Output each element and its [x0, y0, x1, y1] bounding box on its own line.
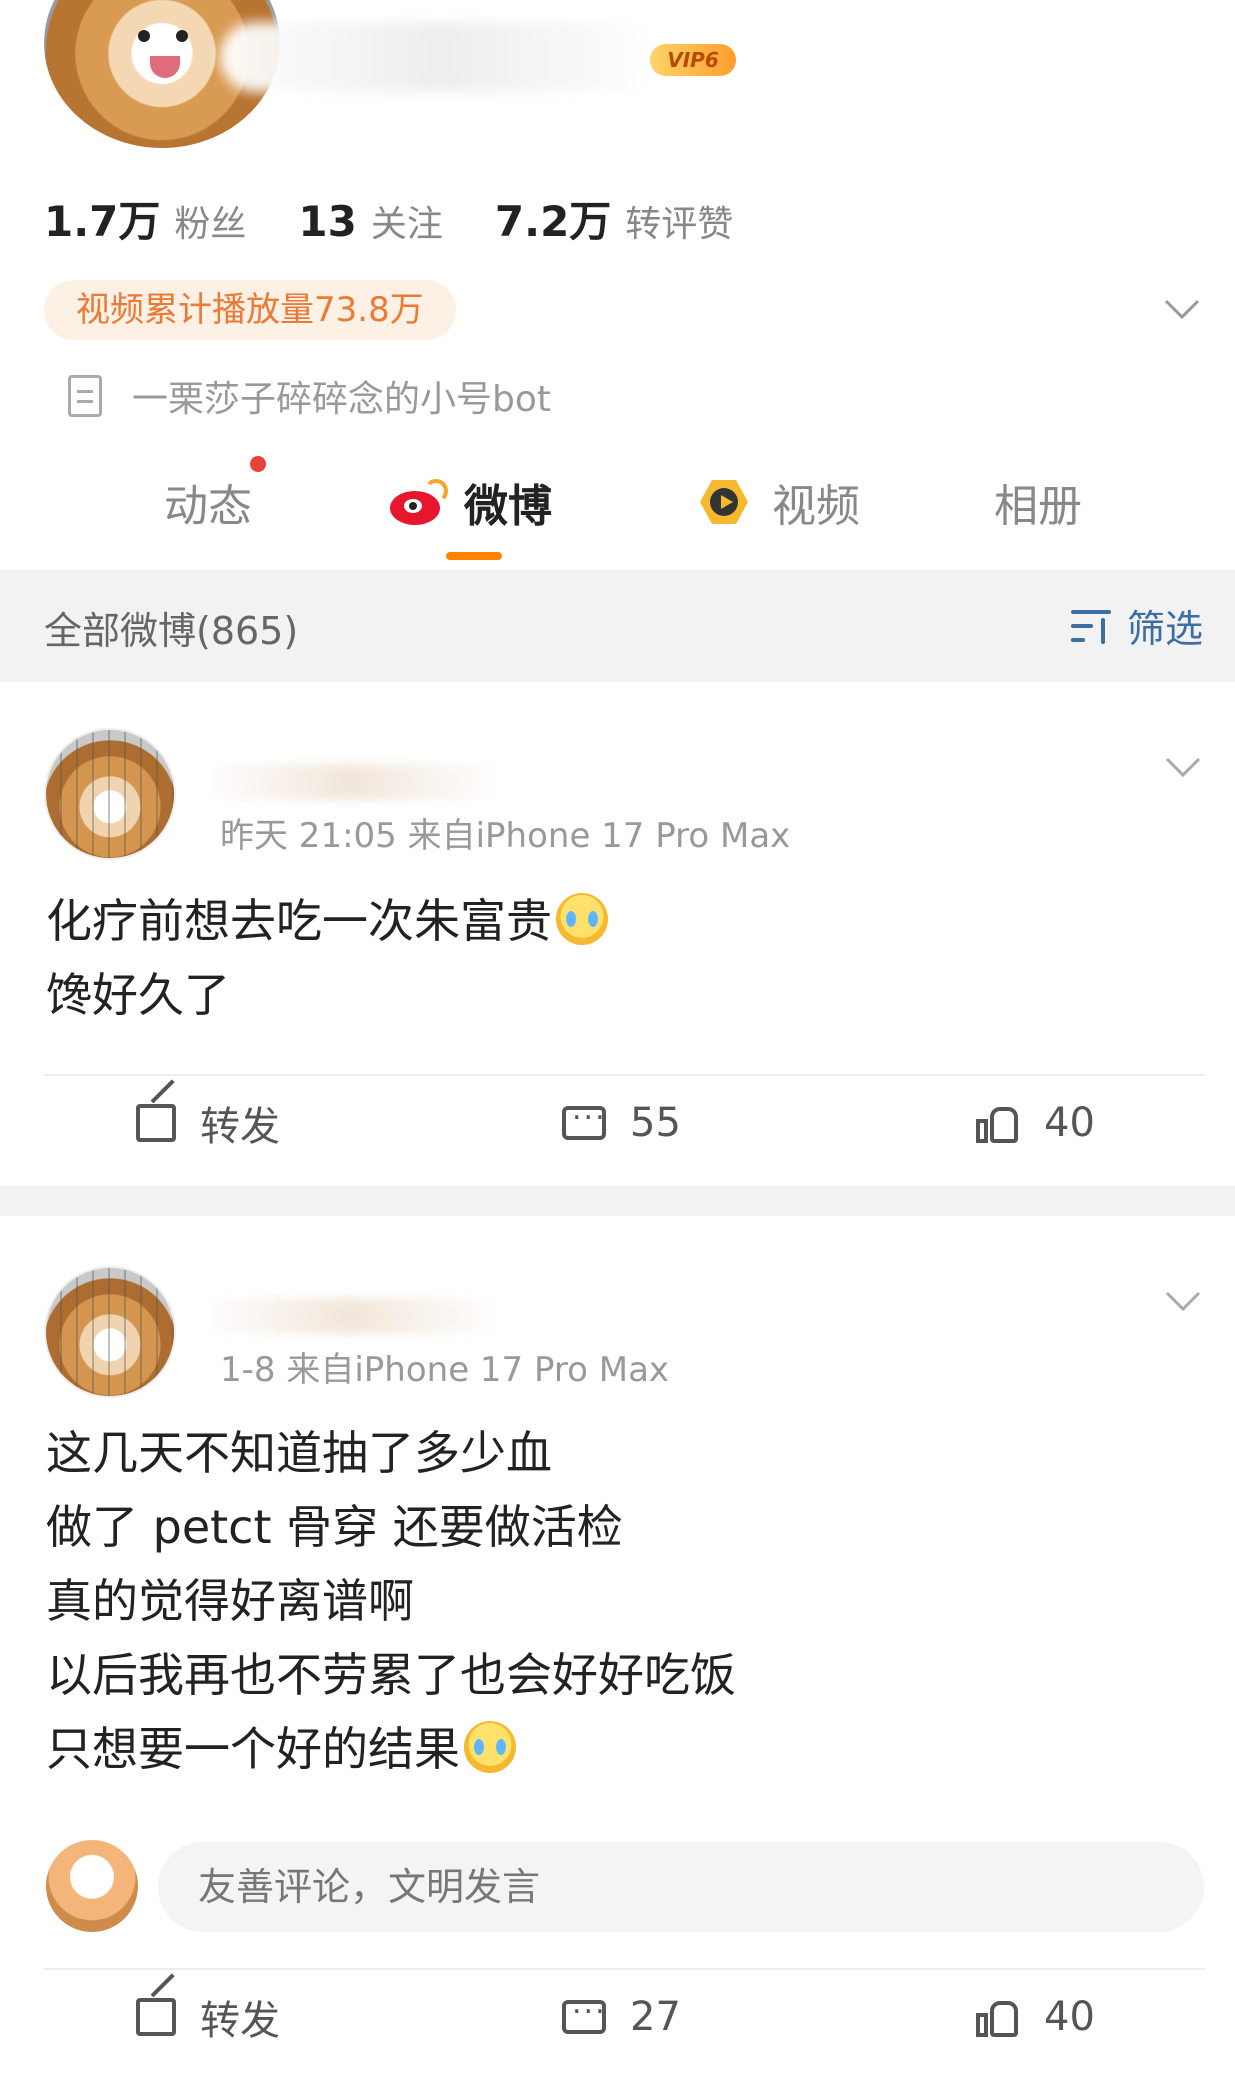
post-separator — [0, 1186, 1235, 1216]
post-line: 做了 petct 骨穿 还要做活检 — [46, 1500, 623, 1554]
tab-dynamics-label: 动态 — [164, 481, 252, 532]
reply-row: 友善评论，文明发言 — [0, 1832, 1235, 1932]
stat-fans-label: 粉丝 — [174, 204, 247, 245]
like-button[interactable]: 40 — [976, 1078, 1095, 1168]
bio-text: 一栗莎子碎碎念的小号bot — [132, 379, 551, 420]
filter-button[interactable]: 筛选 — [1070, 598, 1203, 653]
video-logo-icon — [694, 478, 754, 526]
post-avatar[interactable] — [44, 728, 176, 860]
repost-button[interactable]: 转发 — [136, 1972, 280, 2062]
post-avatar[interactable] — [44, 1266, 176, 1398]
chevron-down-icon[interactable] — [1164, 290, 1204, 330]
comment-count: 55 — [630, 1100, 681, 1146]
stat-fans-count: 1.7万 — [44, 197, 161, 246]
stat-following-label: 关注 — [370, 204, 443, 245]
stat-interactions[interactable]: 7.2万 转评赞 — [495, 188, 733, 249]
share-icon — [136, 1104, 176, 1142]
tab-weibo[interactable]: 微博 — [390, 460, 552, 544]
active-tab-indicator — [446, 552, 502, 560]
stat-fans[interactable]: 1.7万 粉丝 — [44, 188, 246, 249]
comment-input[interactable]: 友善评论，文明发言 — [158, 1842, 1204, 1932]
like-button[interactable]: 40 — [976, 1972, 1095, 2062]
tab-album[interactable]: 相册 — [994, 460, 1082, 544]
like-count: 40 — [1044, 1994, 1095, 2040]
filter-bar: 全部微博(865) 筛选 — [0, 570, 1235, 682]
comment-button[interactable]: 27 — [562, 1972, 681, 2062]
divider — [44, 1074, 1205, 1076]
comment-icon — [562, 1986, 607, 2034]
post-line: 这几天不知道抽了多少血 — [46, 1426, 552, 1480]
divider — [44, 1968, 1205, 1970]
tab-album-label: 相册 — [994, 481, 1082, 532]
profile-header: VIP6 1.7万 粉丝 13 关注 7.2万 转评赞 视频累计播放量73.8万… — [0, 0, 1235, 570]
profile-tabs: 动态 微博 视频 相册 — [0, 456, 1235, 570]
post-line: 只想要一个好的结果 — [46, 1722, 460, 1776]
tab-video[interactable]: 视频 — [694, 460, 860, 544]
stat-interactions-label: 转评赞 — [625, 204, 734, 245]
post-line: 真的觉得好离谱啊 — [46, 1574, 414, 1628]
sad-emoji-icon — [464, 1721, 516, 1773]
chevron-down-icon[interactable] — [1165, 748, 1201, 788]
stat-following-count: 13 — [298, 197, 357, 246]
post-line: 化疗前想去吃一次朱富贵 — [46, 894, 552, 948]
post-card: 昨天 21:05 来自iPhone 17 Pro Max 化疗前想去吃一次朱富贵… — [0, 682, 1235, 1186]
crying-emoji-icon — [556, 893, 608, 945]
post-author-redacted — [200, 764, 500, 800]
tab-dynamics[interactable]: 动态 — [164, 456, 266, 544]
repost-label: 转发 — [200, 1104, 280, 1150]
like-icon — [976, 1101, 1020, 1145]
tab-video-label: 视频 — [772, 481, 860, 532]
stat-following[interactable]: 13 关注 — [298, 195, 442, 247]
tab-weibo-label: 微博 — [464, 481, 552, 532]
my-avatar — [46, 1840, 138, 1932]
all-posts-count: 全部微博(865) — [44, 609, 299, 653]
video-plays-badge[interactable]: 视频累计播放量73.8万 — [44, 280, 456, 340]
repost-button[interactable]: 转发 — [136, 1078, 280, 1168]
filter-label: 筛选 — [1126, 607, 1203, 651]
post-author-redacted — [200, 1298, 500, 1334]
stat-interactions-count: 7.2万 — [494, 197, 612, 246]
like-count: 40 — [1044, 1100, 1095, 1146]
vip-badge[interactable]: VIP6 — [650, 44, 736, 76]
post-body: 这几天不知道抽了多少血 做了 petct 骨穿 还要做活检 真的觉得好离谱啊 以… — [46, 1416, 736, 1786]
weibo-logo-icon — [390, 479, 448, 525]
comment-icon — [562, 1092, 607, 1140]
chevron-down-icon[interactable] — [1165, 1282, 1201, 1322]
profile-bio: 一栗莎子碎碎念的小号bot — [68, 370, 551, 422]
comment-button[interactable]: 55 — [562, 1078, 681, 1168]
profile-stats: 1.7万 粉丝 13 关注 7.2万 转评赞 — [44, 188, 785, 249]
filter-icon — [1070, 608, 1115, 644]
post-card: 1-8 来自iPhone 17 Pro Max 这几天不知道抽了多少血 做了 p… — [0, 1216, 1235, 2091]
post-actions: 转发 55 40 — [0, 1078, 1235, 1168]
profile-name-redacted — [220, 22, 660, 92]
post-line: 以后我再也不劳累了也会好好吃饭 — [46, 1648, 736, 1702]
post-actions: 转发 27 40 — [0, 1972, 1235, 2062]
post-body: 化疗前想去吃一次朱富贵 馋好久了 — [46, 884, 608, 1032]
comment-count: 27 — [630, 1994, 681, 2040]
like-icon — [976, 1995, 1020, 2039]
post-meta: 1-8 来自iPhone 17 Pro Max — [220, 1350, 670, 1390]
document-icon — [68, 375, 102, 417]
post-line: 馋好久了 — [46, 968, 230, 1022]
notification-dot — [250, 456, 266, 472]
share-icon — [136, 1998, 176, 2036]
repost-label: 转发 — [200, 1998, 280, 2044]
post-meta: 昨天 21:05 来自iPhone 17 Pro Max — [220, 816, 791, 856]
